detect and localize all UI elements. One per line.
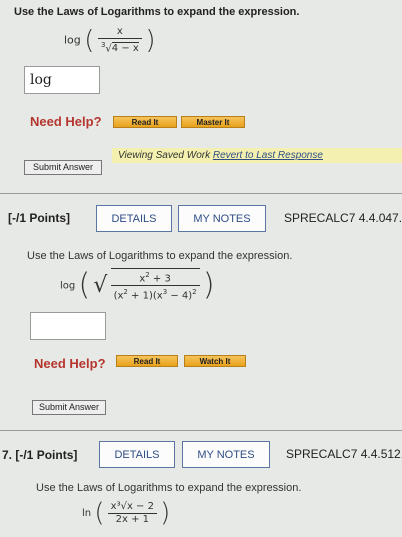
my-notes-button[interactable]: MY NOTES [178, 205, 266, 232]
revert-link[interactable]: Revert to Last Response [213, 150, 323, 161]
ln-denominator: 2x + 1 [107, 512, 157, 526]
submit-answer-button-1[interactable]: Submit Answer [24, 160, 102, 175]
watch-it-button[interactable]: Watch It [184, 355, 246, 367]
log-function: log [64, 33, 81, 47]
points-label-3: [-/1 Points] [15, 448, 78, 462]
question-prompt: Use the Laws of Logarithms to expand the… [14, 6, 300, 18]
saved-work-notice: Viewing Saved Work Revert to Last Respon… [118, 150, 323, 161]
problem-code-3: SPRECALC7 4.4.512.X [286, 447, 402, 461]
points-label: [-/1 Points] [8, 211, 70, 225]
my-notes-button-3[interactable]: MY NOTES [182, 441, 270, 468]
need-help-label-2: Need Help? [34, 356, 106, 371]
problem-code: SPRECALC7 4.4.047. [284, 211, 402, 225]
log-expression: log ( x 3√4 − x ) [64, 25, 156, 56]
expression-denominator: 3√4 − x [97, 38, 142, 55]
read-it-button[interactable]: Read It [113, 116, 177, 128]
section-divider [0, 193, 402, 194]
log-expression-2: log ( √ x2 + 3 (x2 + 1)(x3 − 4)2 ) [60, 267, 215, 303]
expression-numerator: x [116, 26, 123, 37]
ln-numerator: x³√x − 2 [110, 500, 154, 512]
section-divider-2 [0, 430, 402, 431]
answer-text: log [30, 72, 52, 88]
submit-answer-button-2[interactable]: Submit Answer [32, 400, 106, 415]
details-button[interactable]: DETAILS [96, 205, 172, 232]
master-it-button[interactable]: Master It [181, 116, 245, 128]
details-button-3[interactable]: DETAILS [99, 441, 175, 468]
answer-field-2[interactable] [30, 312, 106, 340]
answer-field-1[interactable]: log [24, 66, 100, 94]
question-header-3: 7. [-/1 Points] [2, 448, 77, 462]
read-it-button-2[interactable]: Read It [116, 355, 178, 367]
ln-function: ln [82, 508, 92, 519]
question-prompt-2: Use the Laws of Logarithms to expand the… [27, 250, 293, 262]
question-prompt-3: Use the Laws of Logarithms to expand the… [36, 482, 302, 494]
ln-expression: ln ( x³√x − 2 2x + 1 ) [82, 498, 171, 528]
question-number: 7. [2, 448, 13, 462]
need-help-label: Need Help? [30, 114, 102, 129]
log-function-2: log [60, 280, 76, 292]
